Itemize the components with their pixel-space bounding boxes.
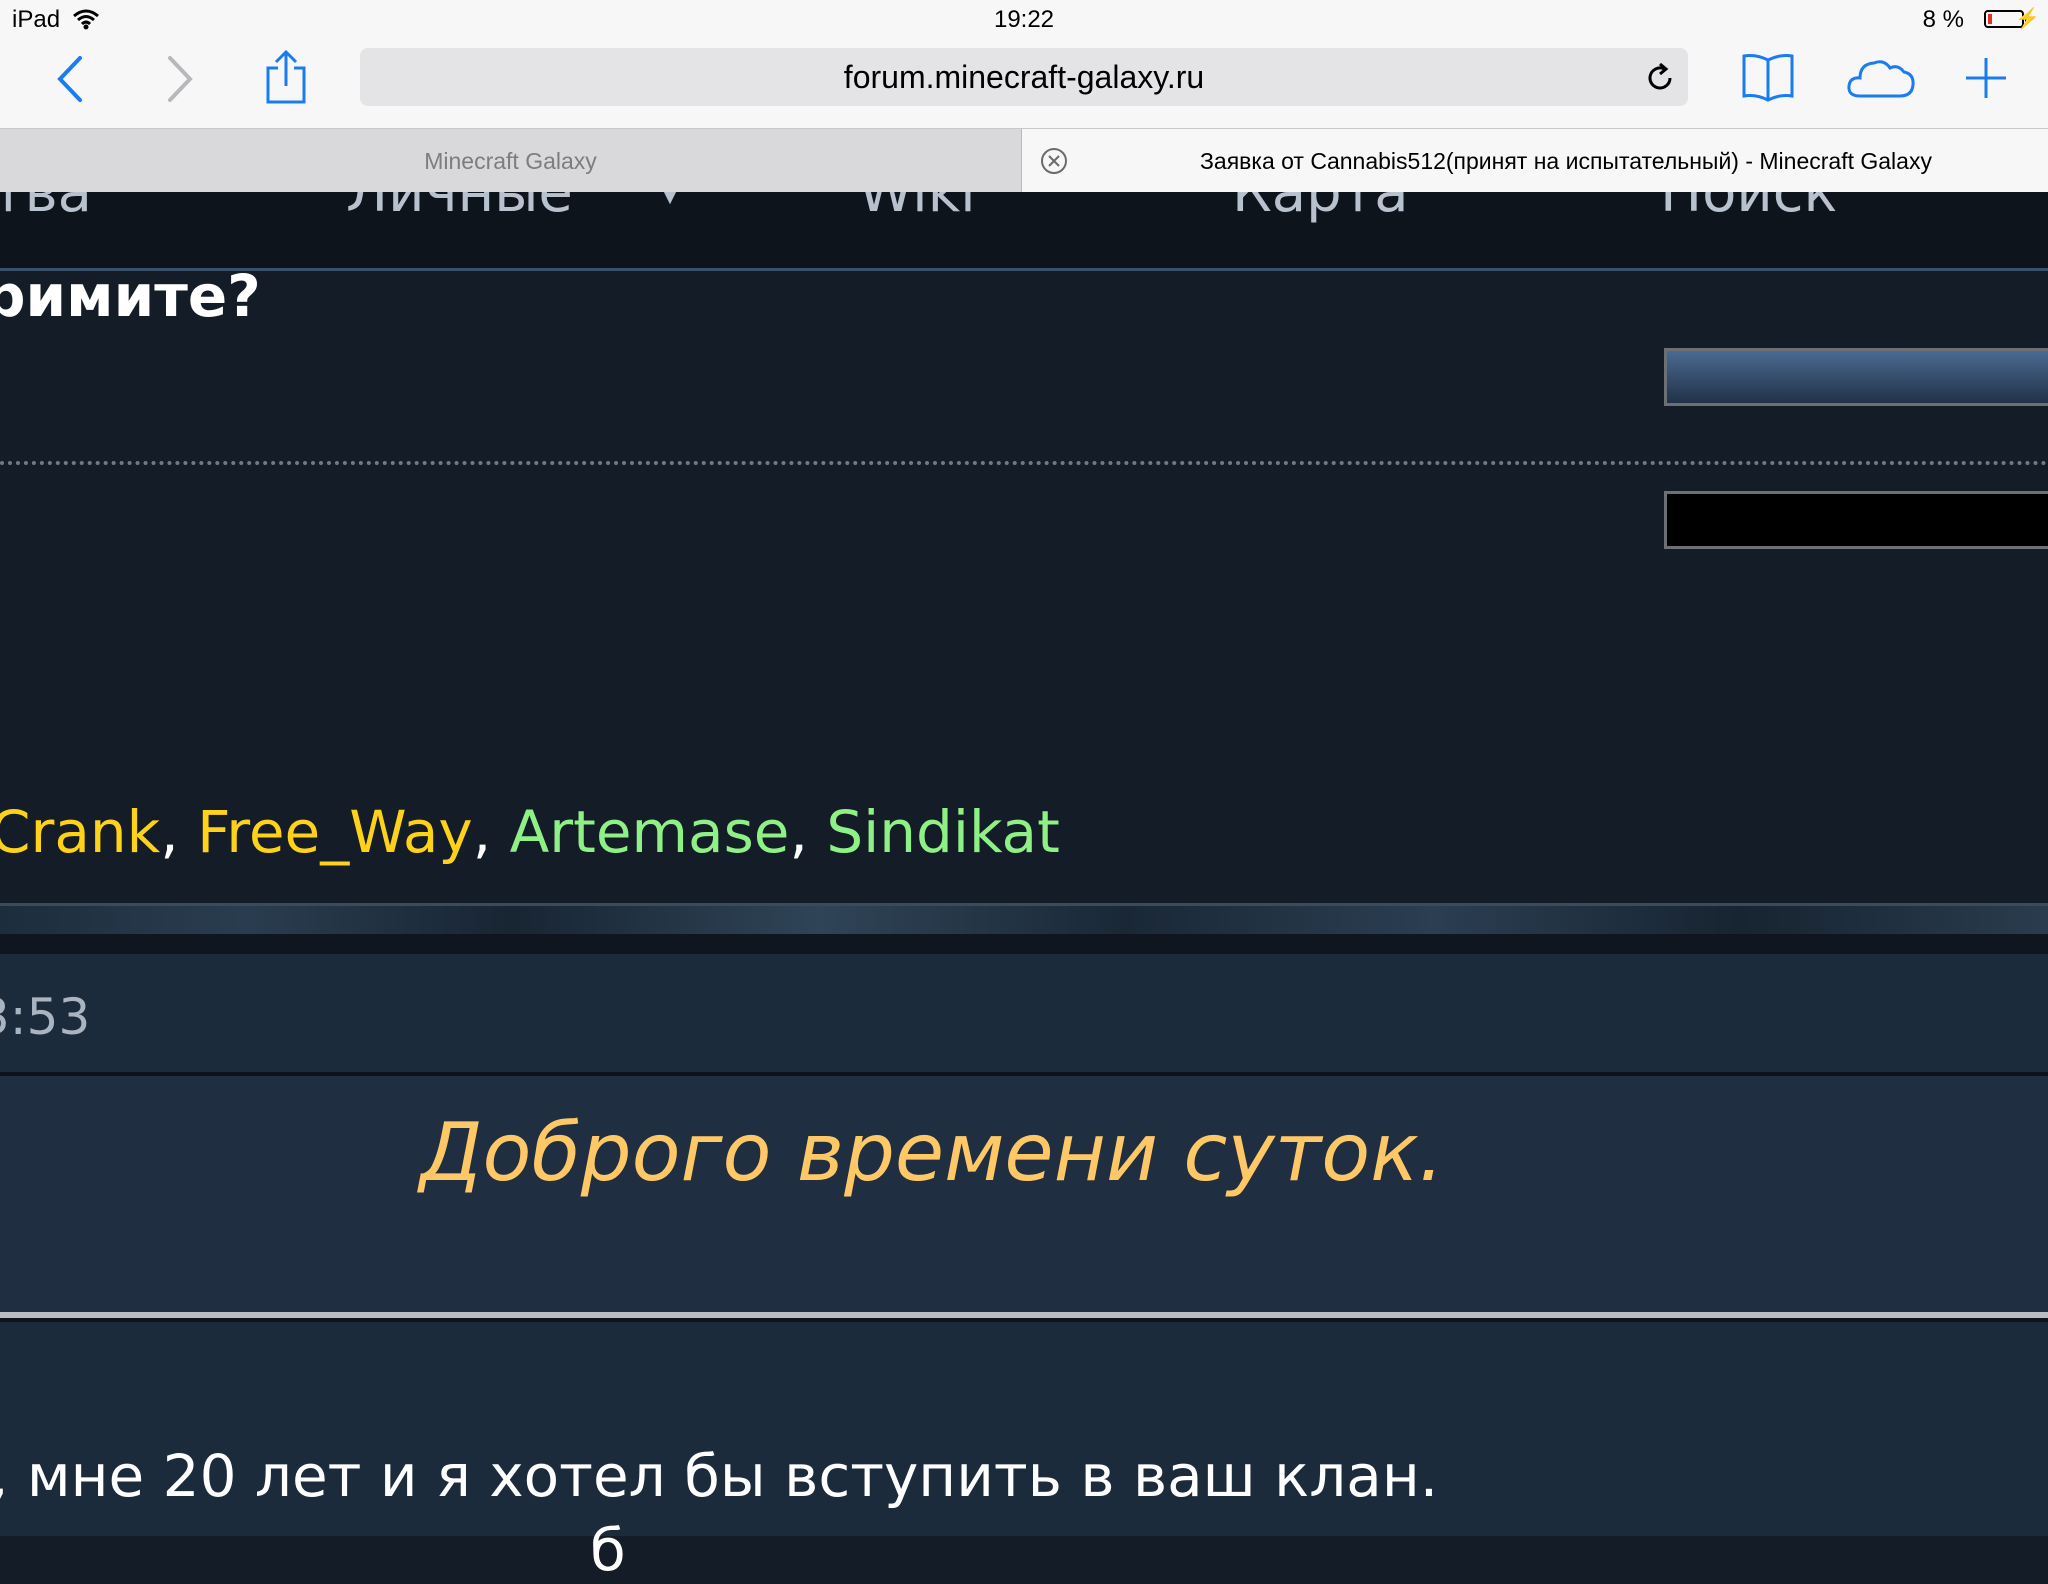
action-button[interactable]: [1664, 348, 2048, 406]
dropdown-arrow-icon[interactable]: ▼: [660, 192, 680, 208]
nav-item-search[interactable]: Поиск: [1660, 192, 1837, 225]
user-link[interactable]: Artemase: [510, 798, 790, 866]
new-tab-icon[interactable]: [1964, 56, 2008, 100]
user-link[interactable]: Free_Way: [197, 798, 473, 866]
post-greeting: Доброго времени суток.: [420, 1106, 1444, 1199]
back-icon[interactable]: [52, 54, 88, 104]
share-icon[interactable]: [262, 48, 310, 106]
separator: ,: [160, 798, 179, 866]
charging-icon: ⚡: [2015, 8, 2040, 30]
forward-icon[interactable]: [162, 54, 198, 104]
secondary-button[interactable]: [1664, 491, 2048, 549]
status-bar: iPad 19:22 8 % ⚡: [0, 0, 2048, 40]
separator: ,: [789, 798, 808, 866]
nav-item-wiki[interactable]: Wiki: [858, 192, 976, 225]
nav-item-personal[interactable]: Личные: [346, 192, 573, 225]
tab-title: Заявка от Cannabis512(принят на испытате…: [1200, 148, 1932, 174]
close-tab-icon[interactable]: [1040, 147, 1068, 175]
user-link[interactable]: Sindikat: [826, 798, 1059, 866]
decorative-texture-strip: [0, 906, 2048, 934]
url-text: forum.minecraft-galaxy.ru: [843, 59, 1205, 95]
battery-percentage: 8 %: [1922, 6, 1964, 33]
dotted-divider: [0, 461, 2048, 465]
user-link[interactable]: Crank: [0, 798, 160, 866]
section-gap: [0, 934, 2048, 954]
separator: ,: [472, 798, 492, 866]
tab-strip: Minecraft Galaxy Заявка от Cannabis512(п…: [0, 128, 2048, 193]
cloud-tabs-icon[interactable]: [1846, 56, 1916, 100]
tab-minecraft-galaxy[interactable]: Minecraft Galaxy: [0, 129, 1022, 193]
post-header: 3:53: [0, 954, 2048, 1074]
nav-item-map[interactable]: Карта: [1232, 192, 1409, 225]
thread-title: римите?: [0, 262, 261, 330]
forum-navbar: тва Личные ▼ Wiki Карта Поиск: [0, 192, 2048, 271]
browser-toolbar: forum.minecraft-galaxy.ru: [0, 40, 2048, 128]
nav-item-communities[interactable]: тва: [0, 192, 92, 225]
post-body: Доброго времени суток.: [0, 1076, 2048, 1316]
bookmarks-icon[interactable]: [1740, 52, 1796, 102]
post-text-section: , мне 20 лет и я хотел бы вступить в ваш…: [0, 1322, 2048, 1584]
post-timestamp: 3:53: [0, 988, 91, 1046]
tab-application[interactable]: Заявка от Cannabis512(принят на испытате…: [1024, 129, 2048, 193]
tab-title: Minecraft Galaxy: [424, 148, 597, 174]
online-users-list: Crank, Free_Way, Artemase, Sindikat: [0, 798, 1060, 866]
post-text: , мне 20 лет и я хотел бы вступить в ваш…: [0, 1442, 1439, 1510]
post-text-cutoff: б: [590, 1516, 626, 1584]
clock: 19:22: [993, 6, 1055, 33]
address-bar[interactable]: forum.minecraft-galaxy.ru: [360, 48, 1688, 106]
reload-icon[interactable]: [1644, 62, 1676, 94]
